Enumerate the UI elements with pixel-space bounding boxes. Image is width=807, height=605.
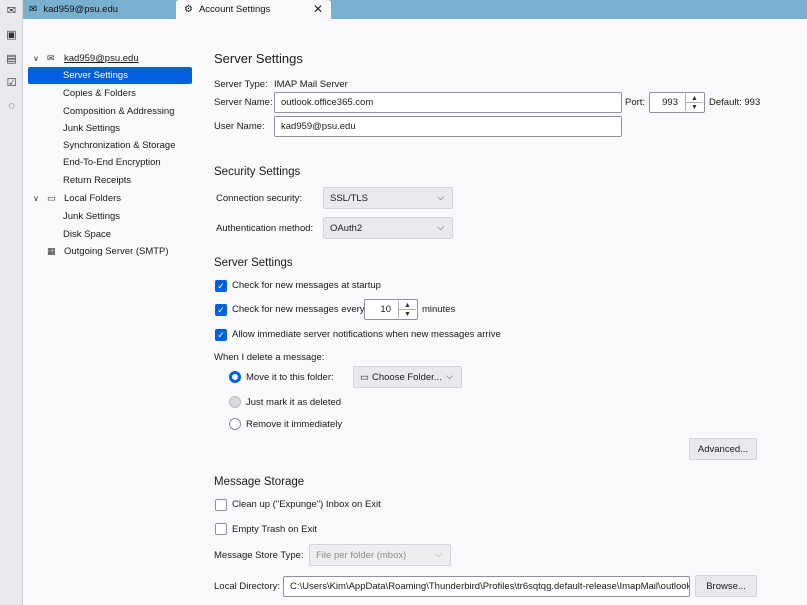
calendar-icon[interactable]: ▤	[4, 51, 19, 65]
delete-label: When I delete a message:	[214, 352, 325, 363]
message-storage-heading: Message Storage	[214, 476, 305, 488]
port-value: 993	[662, 97, 678, 108]
account-tree: ∨ ✉ kad959@psu.edu Server Settings Copie…	[23, 19, 198, 605]
port-stepper[interactable]: 993 ▲ ▼	[649, 92, 705, 113]
tab-bar: ✉ kad959@psu.edu ⚙ Account Settings ✕	[23, 0, 807, 19]
security-heading: Security Settings	[214, 166, 301, 178]
mail-icon: ✉	[47, 53, 55, 63]
chevron-down-icon: ⌵	[437, 192, 444, 202]
chevron-down-icon: ⌵	[435, 549, 442, 559]
server-type-value: IMAP Mail Server	[274, 79, 348, 90]
folder-icon: ▭	[47, 193, 56, 203]
move-to-folder-radio[interactable]	[229, 371, 241, 383]
chevron-down-icon[interactable]: ▼	[686, 103, 703, 111]
auth-method-label: Authentication method:	[216, 223, 314, 234]
mark-deleted-label: Just mark it as deleted	[246, 397, 342, 408]
empty-trash-label: Empty Trash on Exit	[232, 524, 318, 535]
server-type-label: Server Type:	[214, 79, 268, 90]
remove-immediately-radio[interactable]	[229, 418, 241, 430]
tree-item-return-receipts[interactable]: Return Receipts	[63, 172, 131, 189]
tree-item-disk-space[interactable]: Disk Space	[63, 226, 111, 243]
chevron-up-icon[interactable]: ▲	[686, 94, 703, 103]
chevron-down-icon: ⌵	[446, 371, 453, 381]
tree-item-local-junk[interactable]: Junk Settings	[63, 208, 120, 225]
chat-icon[interactable]: ◌	[4, 99, 19, 113]
address-book-icon[interactable]: ▣	[4, 27, 19, 41]
allow-notifications-label: Allow immediate server notifications whe…	[232, 329, 501, 340]
browse-button[interactable]: Browse...	[695, 575, 757, 597]
server-name-label: Server Name:	[214, 97, 273, 108]
folder-icon: ▭	[360, 371, 369, 383]
connection-security-label: Connection security:	[216, 193, 303, 204]
cleanup-label: Clean up ("Expunge") Inbox on Exit	[232, 499, 381, 510]
advanced-button[interactable]: Advanced...	[689, 438, 757, 460]
tree-outgoing-server[interactable]: ▦ Outgoing Server (SMTP)	[47, 243, 169, 260]
gear-icon: ⚙	[184, 4, 193, 15]
tab-mail[interactable]: ✉ kad959@psu.edu	[29, 0, 179, 19]
store-type-select: File per folder (mbox) ⌵	[309, 544, 451, 566]
check-startup-label: Check for new messages at startup	[232, 280, 381, 291]
minutes-stepper[interactable]: 10 ▲ ▼	[364, 299, 418, 320]
minutes-label: minutes	[422, 304, 456, 315]
chevron-down-icon[interactable]: ▼	[399, 310, 416, 318]
server-name-input[interactable]: outlook.office365.com	[274, 92, 622, 113]
spaces-toolbar: ✉ ▣ ▤ ☑ ◌	[0, 0, 23, 605]
server-icon: ▦	[47, 246, 56, 256]
minutes-value: 10	[380, 304, 391, 315]
mark-deleted-radio[interactable]	[229, 396, 241, 408]
tree-item-copies-folders[interactable]: Copies & Folders	[63, 85, 136, 102]
cleanup-checkbox[interactable]	[215, 499, 227, 511]
tree-item-sync-storage[interactable]: Synchronization & Storage	[63, 137, 175, 154]
tasks-icon[interactable]: ☑	[4, 75, 19, 89]
port-label: Port:	[625, 97, 646, 108]
connection-security-select[interactable]: SSL/TLS ⌵	[323, 187, 453, 209]
tree-account[interactable]: ∨ ✉ kad959@psu.edu	[33, 50, 139, 67]
empty-trash-checkbox[interactable]	[215, 523, 227, 535]
close-icon[interactable]: ✕	[313, 2, 323, 16]
choose-folder-button[interactable]: ▭ Choose Folder... ⌵	[353, 366, 462, 388]
allow-notifications-checkbox[interactable]: ✓	[215, 329, 227, 341]
server-settings-heading: Server Settings	[214, 257, 293, 269]
tree-item-server-settings[interactable]: Server Settings	[28, 67, 192, 84]
mail-icon[interactable]: ✉	[4, 3, 19, 17]
local-directory-input[interactable]: C:\Users\Kim\AppData\Roaming\Thunderbird…	[283, 576, 690, 597]
port-default: Default: 993	[709, 97, 761, 108]
tree-item-composition[interactable]: Composition & Addressing	[63, 103, 174, 120]
chevron-down-icon[interactable]: ∨	[33, 54, 43, 63]
auth-method-select[interactable]: OAuth2 ⌵	[323, 217, 453, 239]
store-type-label: Message Store Type:	[214, 550, 304, 561]
page-title: Server Settings	[214, 51, 303, 66]
user-name-input[interactable]: kad959@psu.edu	[274, 116, 622, 137]
chevron-down-icon: ⌵	[437, 222, 444, 232]
tab-label: Account Settings	[198, 4, 271, 15]
settings-pane: Server Settings Server Type: IMAP Mail S…	[198, 19, 807, 605]
tab-account-settings[interactable]: ⚙ Account Settings ✕	[176, 0, 331, 19]
check-startup-checkbox[interactable]: ✓	[215, 280, 227, 292]
check-every-label: Check for new messages every	[232, 304, 365, 315]
move-to-folder-label: Move it to this folder:	[246, 372, 334, 383]
chevron-down-icon[interactable]: ∨	[33, 194, 43, 203]
local-directory-label: Local Directory:	[214, 581, 280, 592]
chevron-up-icon[interactable]: ▲	[399, 301, 416, 310]
mail-icon: ✉	[29, 4, 38, 15]
check-every-checkbox[interactable]: ✓	[215, 304, 227, 316]
tree-item-e2e-encryption[interactable]: End-To-End Encryption	[63, 154, 161, 171]
remove-immediately-label: Remove it immediately	[246, 419, 343, 430]
tab-label: kad959@psu.edu	[43, 4, 119, 15]
tree-item-junk-settings[interactable]: Junk Settings	[63, 120, 120, 137]
user-name-label: User Name:	[214, 121, 265, 132]
tree-local-folders[interactable]: ∨ ▭ Local Folders	[33, 190, 121, 207]
